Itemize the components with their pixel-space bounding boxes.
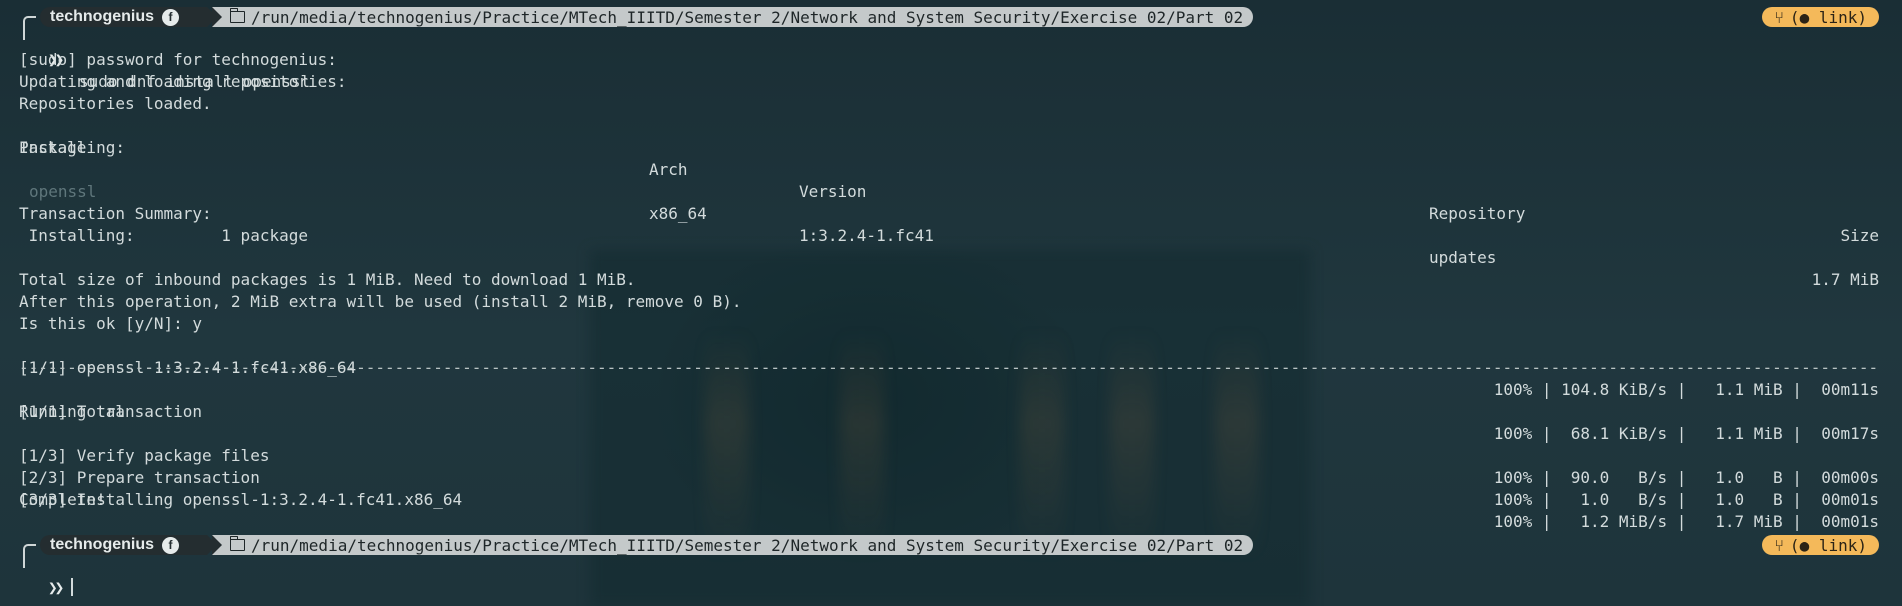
prompt-git-label: (● link) — [1789, 535, 1867, 555]
package-name: openssl — [29, 182, 97, 201]
prompt-line: technogenius f /run/media/technogenius/P… — [0, 5, 1879, 30]
package-table-header: Package Arch Version Repository Size — [19, 115, 1879, 245]
fedora-icon: f — [162, 8, 180, 26]
prompt-username: technogenius — [50, 536, 155, 553]
step-row: [2/3] Prepare transaction 100% | 1.0 B/s… — [19, 445, 1879, 509]
github-icon: ● — [1799, 535, 1810, 555]
package-repository: updates — [1429, 248, 1497, 267]
output-line: Is this ok [y/N]: y — [19, 314, 203, 333]
git-branch-icon: ⑂ — [1774, 7, 1784, 27]
download-progress-row: [1/1] openssl-1:3.2.4-1.fc41.x86_64 100%… — [19, 335, 1879, 399]
terminal-window[interactable]: technogenius f /run/media/technogenius/P… — [0, 0, 1902, 606]
prompt-path-segment: /run/media/technogenius/Practice/MTech_I… — [212, 7, 1254, 27]
prompt-path: /run/media/technogenius/Practice/MTech_I… — [251, 7, 1244, 27]
prompt-git-segment: ⑂ (● link) — [1762, 7, 1879, 27]
output-line: After this operation, 2 MiB extra will b… — [19, 292, 742, 311]
github-icon: ● — [1799, 7, 1810, 27]
prompt-username: technogenius — [50, 8, 155, 25]
prompt-user-segment: technogenius f — [40, 535, 218, 555]
output-line: Transaction Summary: — [19, 204, 212, 223]
column-header-version: Version — [799, 182, 867, 201]
separator-line: ----------------------------------------… — [19, 358, 1879, 377]
prompt-chevron-icon: ❯❯ — [48, 578, 64, 597]
prompt-user-segment: technogenius f — [40, 7, 218, 27]
output-line: Running transaction — [19, 402, 203, 421]
prompt-git-segment: ⑂ (● link) — [1762, 535, 1879, 555]
fedora-icon: f — [162, 536, 180, 554]
prompt-git-label: (● link) — [1789, 7, 1867, 27]
input-line[interactable]: ❯❯ — [19, 555, 1879, 597]
output-line: Repositories loaded. — [19, 94, 212, 113]
output-line: Installing: 1 package — [19, 226, 308, 245]
folder-icon — [229, 8, 245, 23]
command-line: ❯❯ sudo dnf install openssl — [19, 27, 1879, 91]
text-cursor — [71, 578, 74, 596]
package-row: openssl x86_64 1:3.2.4-1.fc41 updates 1.… — [19, 159, 1879, 289]
total-progress-row: [1/1] Total 100% | 68.1 KiB/s | 1.1 MiB … — [19, 379, 1879, 443]
step-stats: 100% | 1.2 MiB/s | 1.7 MiB | 00m01s — [1493, 512, 1879, 531]
output-line: [sudo] password for technogenius: — [19, 50, 337, 69]
prompt-line: technogenius f /run/media/technogenius/P… — [0, 533, 1879, 558]
step-row: [3/3] Installing openssl-1:3.2.4-1.fc41.… — [19, 467, 1879, 531]
output-line: Installing: — [19, 138, 125, 157]
git-branch-icon: ⑂ — [1774, 535, 1784, 555]
output-line: Complete! — [19, 490, 106, 509]
folder-icon — [229, 536, 245, 551]
output-line: Total size of inbound packages is 1 MiB.… — [19, 270, 636, 289]
prompt-path: /run/media/technogenius/Practice/MTech_I… — [251, 535, 1244, 555]
prompt-path-segment: /run/media/technogenius/Practice/MTech_I… — [212, 535, 1254, 555]
output-line: Updating and loading repositories: — [19, 72, 347, 91]
step-row: [1/3] Verify package files 100% | 90.0 B… — [19, 423, 1879, 487]
